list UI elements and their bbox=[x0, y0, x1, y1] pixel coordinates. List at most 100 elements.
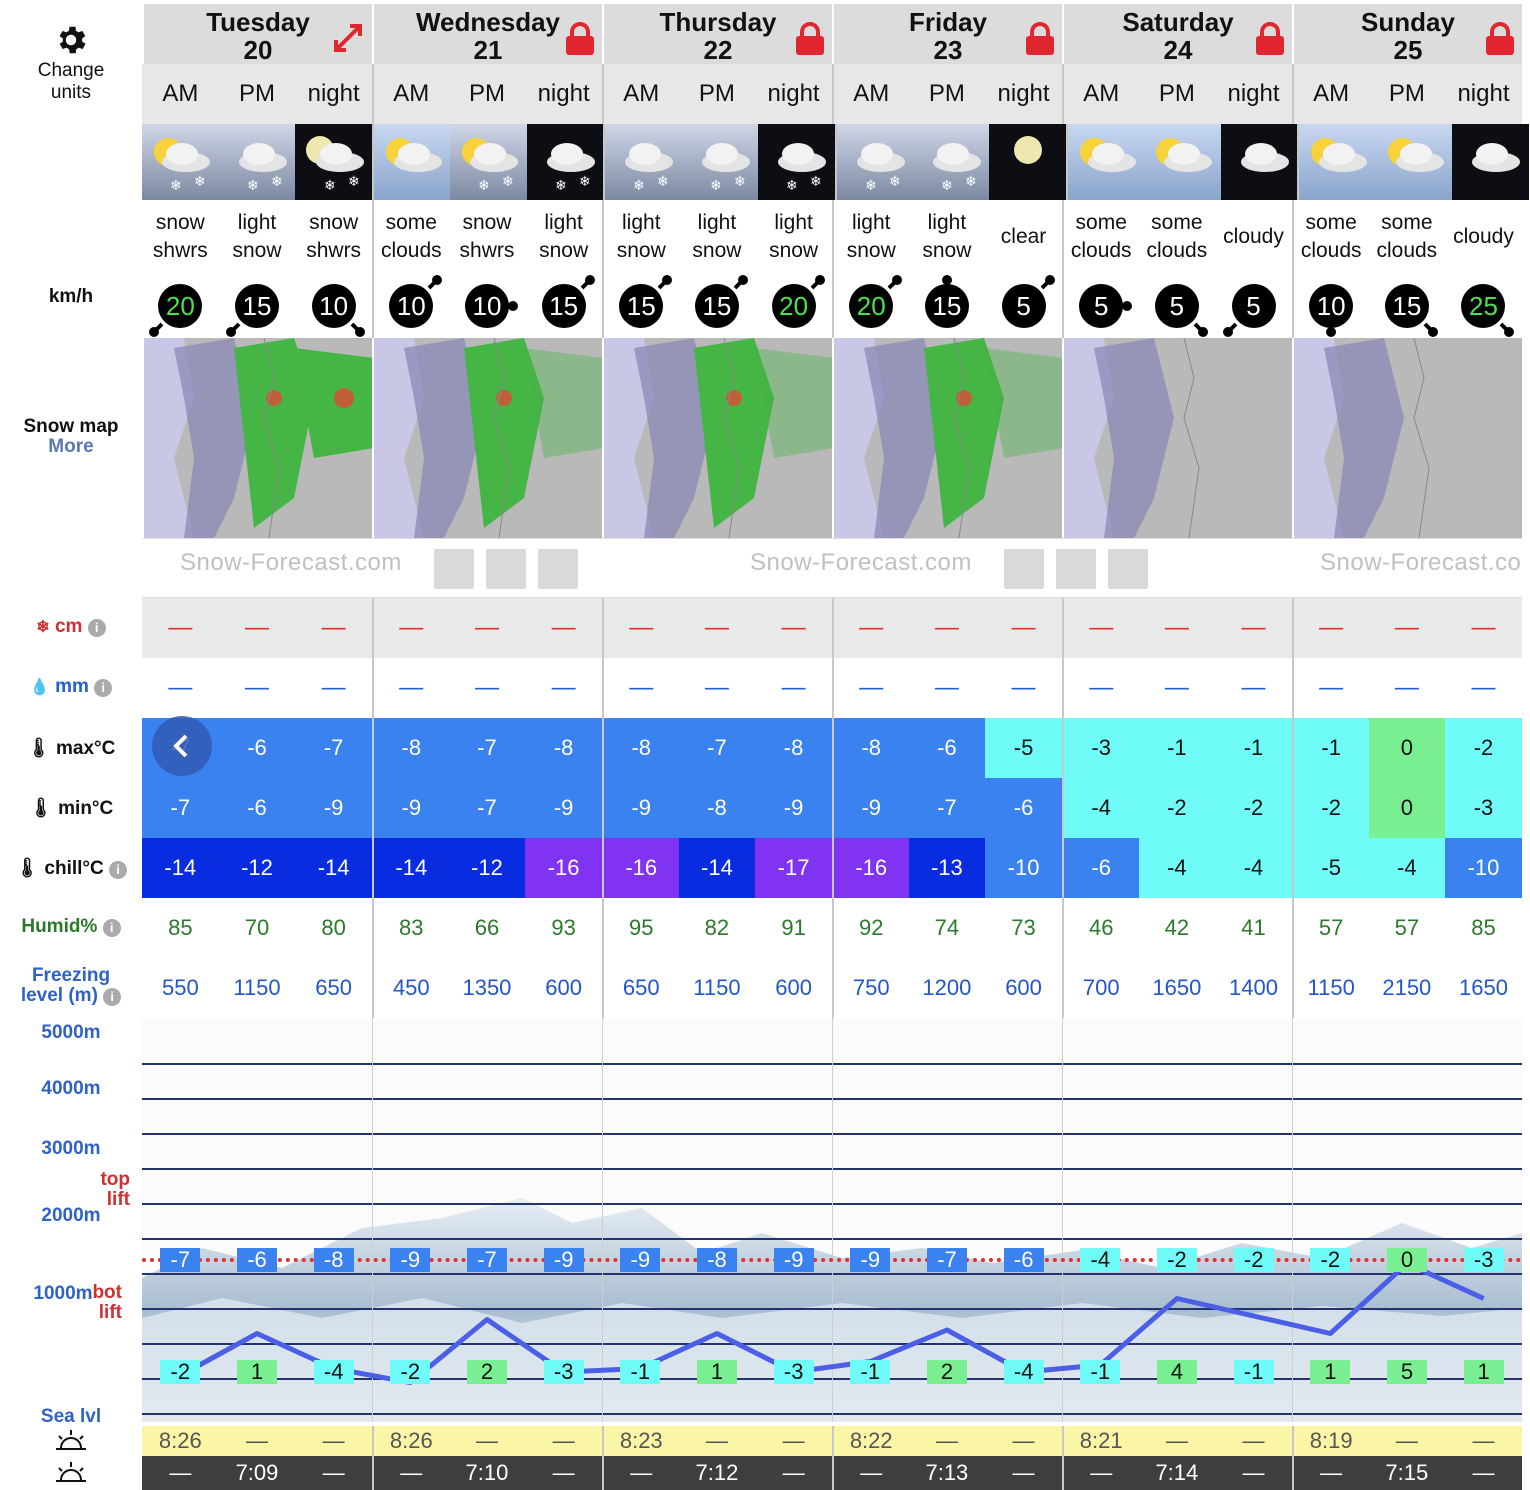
snow-map-thumbnail[interactable] bbox=[1292, 338, 1522, 538]
freezing-level-value: 450 bbox=[371, 958, 449, 1018]
freezing-level-value: 600 bbox=[775, 975, 812, 1000]
sunrise-value: — bbox=[935, 1428, 958, 1453]
period-label: AM bbox=[601, 64, 679, 124]
chill-temp-value: -10 bbox=[1445, 838, 1522, 898]
cloud-map-icon[interactable] bbox=[434, 549, 474, 589]
days-header: Tuesday 20 Wednesday 21 Thursday 22 Friday … bbox=[142, 4, 1522, 64]
lock-icon[interactable] bbox=[1484, 22, 1516, 56]
desc-line1: some bbox=[385, 211, 437, 234]
rain-mm-value: — bbox=[1164, 674, 1189, 701]
snow-map-thumbnail[interactable] bbox=[372, 338, 602, 538]
sunrise-value: — bbox=[1165, 1428, 1188, 1453]
top-lift-temp: -9 bbox=[390, 1248, 431, 1272]
min-temp-text: min°C bbox=[58, 798, 114, 819]
snow-map-thumbnail[interactable] bbox=[602, 338, 832, 538]
wind-map-icon[interactable] bbox=[486, 549, 526, 589]
snow-cm-value: — bbox=[244, 614, 269, 641]
top-lift-temp: -2 bbox=[1233, 1248, 1274, 1272]
sunset-value: — bbox=[782, 1460, 805, 1485]
desc-line2: snow bbox=[769, 239, 819, 262]
snow-map-more-link[interactable]: More bbox=[0, 436, 142, 458]
wind-cell: 20 bbox=[831, 274, 909, 338]
info-icon[interactable]: i bbox=[103, 988, 122, 1006]
bot-lift-temp: 1 bbox=[1310, 1360, 1351, 1384]
lock-icon[interactable] bbox=[1024, 22, 1056, 56]
svg-text:❄: ❄ bbox=[478, 177, 490, 193]
top-lift-label: top lift bbox=[60, 1170, 130, 1210]
weather-desc: clear bbox=[985, 200, 1062, 274]
humidity-value: 70 bbox=[244, 915, 270, 940]
max-temp-value: -8 bbox=[525, 718, 602, 778]
cloud-map-icon[interactable] bbox=[1004, 549, 1044, 589]
snow-map-thumbnail[interactable] bbox=[832, 338, 1062, 538]
humidity-value: 66 bbox=[474, 915, 500, 940]
thermometer-icon: 🌡 bbox=[14, 858, 40, 879]
snow-map-thumbnail[interactable] bbox=[142, 338, 372, 538]
snow-maps-row[interactable] bbox=[142, 338, 1522, 538]
top-lift-temp: -6 bbox=[1003, 1248, 1044, 1272]
wind-cell: 15 bbox=[679, 274, 756, 338]
max-temp-value: -1 bbox=[1291, 718, 1369, 778]
humidity-value: 57 bbox=[1291, 898, 1369, 958]
info-icon[interactable]: i bbox=[94, 679, 113, 697]
period-label: night bbox=[997, 80, 1050, 107]
rain-mm-value: — bbox=[1291, 658, 1369, 718]
change-units-line2: units bbox=[50, 82, 92, 103]
wind-arrow-icon bbox=[810, 275, 825, 290]
desc-line1: some bbox=[1075, 211, 1127, 234]
light-snow-icon: ❄ ❄ bbox=[218, 124, 296, 200]
change-units-button[interactable]: Change units bbox=[0, 22, 142, 104]
bot-lift-temp: -4 bbox=[1003, 1360, 1044, 1384]
wind-map-icon[interactable] bbox=[1056, 549, 1096, 589]
rain-mm-text: mm bbox=[55, 676, 89, 697]
rain-mm-value: — bbox=[601, 658, 679, 718]
wind-arrow-icon bbox=[580, 275, 595, 290]
top-lift-temp: -3 bbox=[1463, 1248, 1504, 1272]
svg-text:❄: ❄ bbox=[170, 177, 182, 193]
lock-icon[interactable] bbox=[794, 22, 826, 56]
wind-cell: 5 bbox=[1139, 274, 1216, 338]
info-icon[interactable]: i bbox=[109, 861, 128, 879]
snow-map-icon[interactable] bbox=[1108, 549, 1148, 589]
expand-icon[interactable] bbox=[330, 20, 366, 56]
sunset-value: — bbox=[552, 1460, 575, 1485]
chill-temp-value: -4 bbox=[1138, 838, 1216, 898]
rain-mm-row: — — — — — — — — — — — — — — — — — — bbox=[142, 658, 1522, 718]
wind-cell: 10 bbox=[295, 274, 372, 338]
snow-cm-value: — bbox=[1394, 614, 1419, 641]
period-label: AM bbox=[831, 64, 909, 124]
desc-line2: snow bbox=[232, 239, 282, 262]
freezing-level-value: 750 bbox=[831, 958, 909, 1018]
lock-icon[interactable] bbox=[564, 22, 596, 56]
freezing-level-value: 1650 bbox=[1152, 975, 1202, 1000]
sunset-value: — bbox=[1061, 1456, 1139, 1490]
desc-line1: light bbox=[237, 211, 277, 234]
sunset-value: — bbox=[169, 1460, 192, 1485]
snow-map-icon[interactable] bbox=[538, 549, 578, 589]
wind-speed-badge: 15 bbox=[541, 275, 595, 328]
bot-lift-temp: 1 bbox=[1463, 1360, 1504, 1384]
wind-arrow-icon bbox=[1326, 324, 1337, 337]
info-icon[interactable]: i bbox=[102, 919, 121, 937]
rain-mm-value: — bbox=[1061, 658, 1139, 718]
sunrise-value: — bbox=[782, 1428, 805, 1453]
chill-temp-value: -16 bbox=[525, 838, 602, 898]
info-icon[interactable]: i bbox=[87, 619, 106, 637]
wind-arrow-icon bbox=[225, 322, 241, 337]
desc-line2: snow bbox=[922, 239, 972, 262]
svg-text:❄: ❄ bbox=[502, 173, 514, 189]
snow-map-thumbnail[interactable] bbox=[1062, 338, 1292, 538]
snow-cm-value: — bbox=[704, 614, 729, 641]
desc-line1: snow bbox=[309, 211, 359, 234]
snow-cm-value: — bbox=[1241, 614, 1266, 641]
lock-icon[interactable] bbox=[1254, 22, 1286, 56]
chill-temp-value: -10 bbox=[985, 838, 1062, 898]
sunset-value: 7:10 bbox=[465, 1460, 509, 1485]
wind-speed-badge: 20 bbox=[849, 275, 903, 328]
scroll-back-button[interactable] bbox=[152, 716, 212, 776]
chill-temp-value: -16 bbox=[831, 838, 909, 898]
day-header: Wednesday 21 bbox=[372, 4, 602, 64]
alt-sea-label: Sea lvl bbox=[40, 1406, 102, 1427]
snow-cm-value: — bbox=[474, 614, 499, 641]
snow-cm-row: — — — — — — — — — — — — — — — — — — bbox=[142, 598, 1522, 658]
